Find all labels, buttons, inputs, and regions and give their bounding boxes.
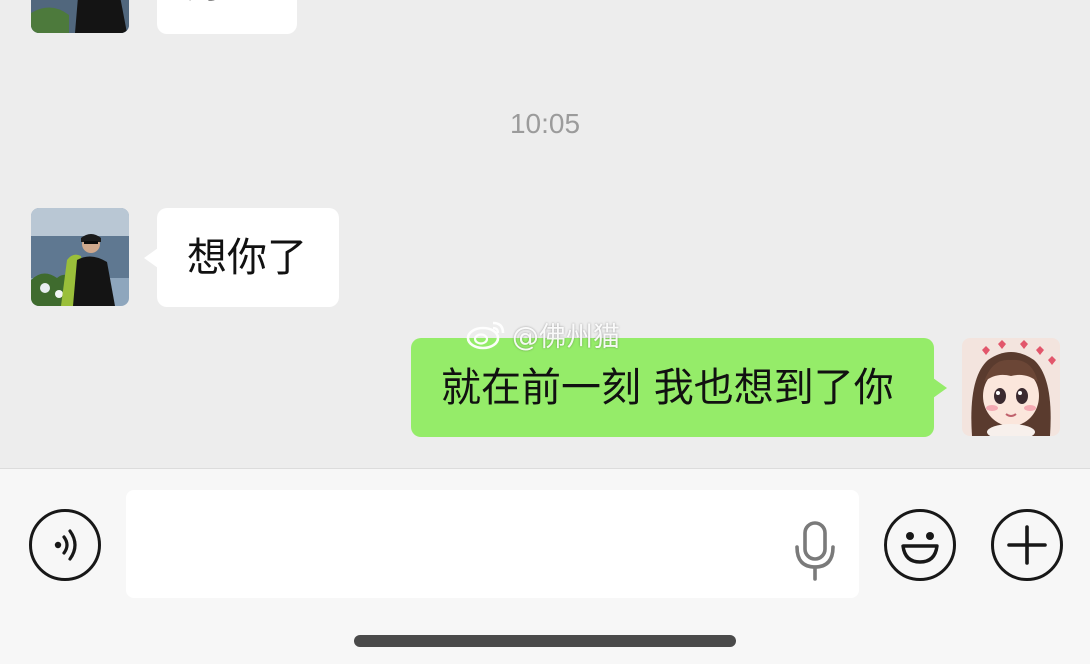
input-bar — [0, 468, 1090, 664]
weibo-logo-icon — [466, 321, 505, 350]
contact-photo-icon — [31, 0, 129, 33]
watermark-handle: @佛州猫 — [512, 321, 620, 353]
microphone-icon[interactable] — [793, 521, 837, 581]
my-avatar[interactable] — [962, 338, 1060, 436]
more-options-button[interactable] — [991, 509, 1063, 581]
message-timestamp: 10:05 — [509, 108, 581, 139]
chat-area[interactable]: 好的 10:05 想你了 就在前一刻 我也想到了你 — [0, 0, 1090, 468]
emoji-button[interactable] — [884, 509, 956, 581]
contact-avatar[interactable] — [31, 0, 129, 33]
message-input[interactable] — [126, 490, 859, 598]
contact-photo-icon — [31, 208, 129, 306]
home-indicator[interactable] — [354, 635, 736, 647]
voice-mode-button[interactable] — [29, 509, 101, 581]
weibo-watermark: @佛州猫 — [466, 316, 620, 353]
plus-icon — [1007, 525, 1047, 565]
message-bubble-incoming[interactable]: 想你了 — [144, 208, 339, 307]
contact-avatar[interactable] — [31, 208, 129, 306]
voice-mode-icon — [54, 529, 77, 561]
message-bubble-incoming[interactable]: 好的 — [157, 0, 297, 34]
emoji-icon — [901, 532, 939, 564]
anime-girl-avatar-icon — [962, 338, 1060, 436]
message-bubble-outgoing[interactable]: 就在前一刻 我也想到了你 — [411, 338, 947, 437]
